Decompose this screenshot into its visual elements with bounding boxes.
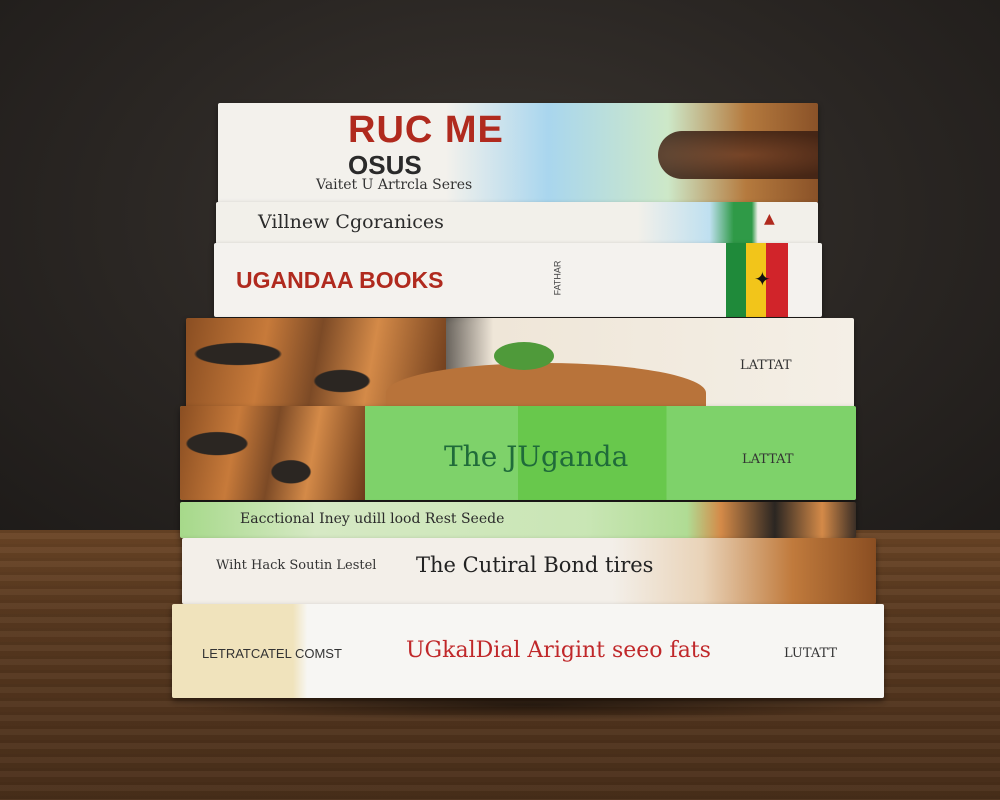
book-1-series: Vaitet U Artrcla Seres [316,177,473,193]
book-4: LATTAT [186,318,854,408]
book-7: Wiht Hack Soutin Lestel The Cutiral Bond… [182,538,876,604]
book-3: UGANDAA BOOKS FATHAR ✦ [214,243,822,317]
book-3-publisher: FATHAR [552,260,563,296]
book-1-photo [658,131,818,179]
book-1: RUC ME OSUS Vaitet U Artrcla Seres [218,103,818,203]
book-5: The JUganda LATTAT [180,406,856,500]
book-5-landscape [180,406,365,500]
book-8: LETRATCATEL COMST UGkalDial Arigint seeo… [172,604,884,698]
book-8-publisher: LUTATT [784,646,838,661]
book-5-title: The JUganda [444,440,629,473]
book-7-subtitle: Wiht Hack Soutin Lestel [216,558,377,573]
book-2-title: Villnew Cgoranices [258,211,444,233]
book-8-subtitle: LETRATCATEL COMST [202,646,342,661]
book-7-title: The Cutiral Bond tires [416,553,654,577]
book-4-publisher: LATTAT [740,358,792,373]
book-2-logo-icon: ▲ [764,211,775,227]
book-6: Eacctional Iney udill lood Rest Seede [180,502,856,538]
book-5-publisher: LATTAT [742,452,794,467]
book-2: Villnew Cgoranices ▲ [216,202,818,244]
crane-icon: ✦ [754,267,771,291]
book-8-title: UGkalDial Arigint seeo fats [406,638,711,663]
tree-icon [494,342,554,370]
book-3-title: UGANDAA BOOKS [236,267,444,293]
book-6-title: Eacctional Iney udill lood Rest Seede [240,511,505,527]
book-1-spine-word-1: RUC ME [348,109,504,151]
